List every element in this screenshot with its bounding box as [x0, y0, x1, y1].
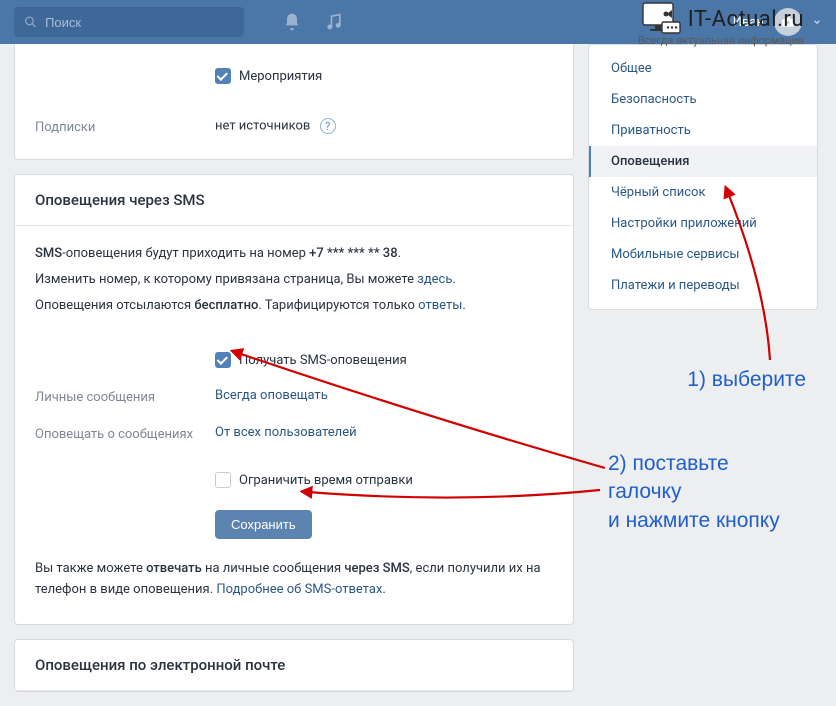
- sidebar-item-notifications[interactable]: Оповещения: [589, 146, 817, 177]
- sms-line2: Изменить номер, к которому привязана стр…: [35, 270, 553, 290]
- events-checkbox[interactable]: Мероприятия: [215, 68, 322, 84]
- change-number-link[interactable]: здесь: [417, 272, 452, 287]
- sidebar-item-payments[interactable]: Платежи и переводы: [589, 270, 817, 301]
- annotation-1: 1) выберите: [687, 368, 806, 392]
- watermark: IT-Actual.ru Всегда актуальная информаци…: [638, 2, 804, 47]
- private-messages-select[interactable]: Всегда оповещать: [215, 388, 553, 403]
- receive-sms-label: Получать SMS-оповещения: [239, 353, 407, 368]
- limit-time-label: Ограничить время отправки: [239, 473, 413, 488]
- watermark-slogan: Всегда актуальная информация: [638, 34, 804, 47]
- panel-email: Оповещения по электронной почте: [14, 639, 574, 692]
- subscriptions-value: нет источников ?: [215, 118, 553, 134]
- answers-pricing-link[interactable]: ответы: [418, 298, 462, 313]
- notify-about-label: Оповещать о сообщениях: [35, 425, 215, 442]
- sidebar-item-general[interactable]: Общее: [589, 53, 817, 84]
- checkbox-icon: [215, 352, 231, 368]
- sms-answers-more-link[interactable]: Подробнее об SMS-ответах: [216, 582, 382, 597]
- search-input[interactable]: [37, 15, 234, 30]
- search-icon: [24, 15, 37, 29]
- notify-about-select[interactable]: От всех пользователей: [215, 425, 553, 440]
- sidebar: Общее Безопасность Приватность Оповещени…: [588, 44, 818, 310]
- save-button[interactable]: Сохранить: [215, 510, 312, 539]
- search-box[interactable]: [14, 7, 244, 37]
- sidebar-item-mobile[interactable]: Мобильные сервисы: [589, 239, 817, 270]
- subscriptions-label: Подписки: [35, 118, 215, 135]
- monitor-icon: [642, 2, 682, 36]
- panel-sms-title: Оповещения через SMS: [15, 175, 573, 226]
- panel-sms: Оповещения через SMS SMS-оповещения буду…: [14, 174, 574, 625]
- sidebar-item-blacklist[interactable]: Чёрный список: [589, 177, 817, 208]
- sms-line3: Оповещения отсылаются бесплатно. Тарифиц…: [35, 296, 553, 316]
- help-icon[interactable]: ?: [320, 118, 336, 134]
- limit-time-checkbox[interactable]: Ограничить время отправки: [215, 472, 413, 488]
- sms-line1: SMS-оповещения будут приходить на номер …: [35, 244, 553, 264]
- sms-footer: Вы также можете отвечать на личные сообщ…: [35, 559, 553, 599]
- checkbox-icon: [215, 472, 231, 488]
- annotation-2: 2) поставьте галочку и нажмите кнопку: [608, 450, 780, 535]
- sidebar-item-privacy[interactable]: Приватность: [589, 115, 817, 146]
- music-icon[interactable]: [324, 12, 344, 32]
- events-label: Мероприятия: [239, 69, 322, 84]
- receive-sms-checkbox[interactable]: Получать SMS-оповещения: [215, 352, 407, 368]
- chevron-down-icon: [812, 17, 822, 27]
- sidebar-item-apps[interactable]: Настройки приложений: [589, 208, 817, 239]
- sidebar-item-security[interactable]: Безопасность: [589, 84, 817, 115]
- panel-top: Мероприятия Подписки нет источников ?: [14, 44, 574, 160]
- bell-icon[interactable]: [282, 12, 302, 32]
- checkbox-icon: [215, 68, 231, 84]
- panel-email-title: Оповещения по электронной почте: [15, 640, 573, 691]
- top-icons: [282, 12, 344, 32]
- watermark-text: IT-Actual.ru: [688, 7, 804, 32]
- private-messages-label: Личные сообщения: [35, 388, 215, 405]
